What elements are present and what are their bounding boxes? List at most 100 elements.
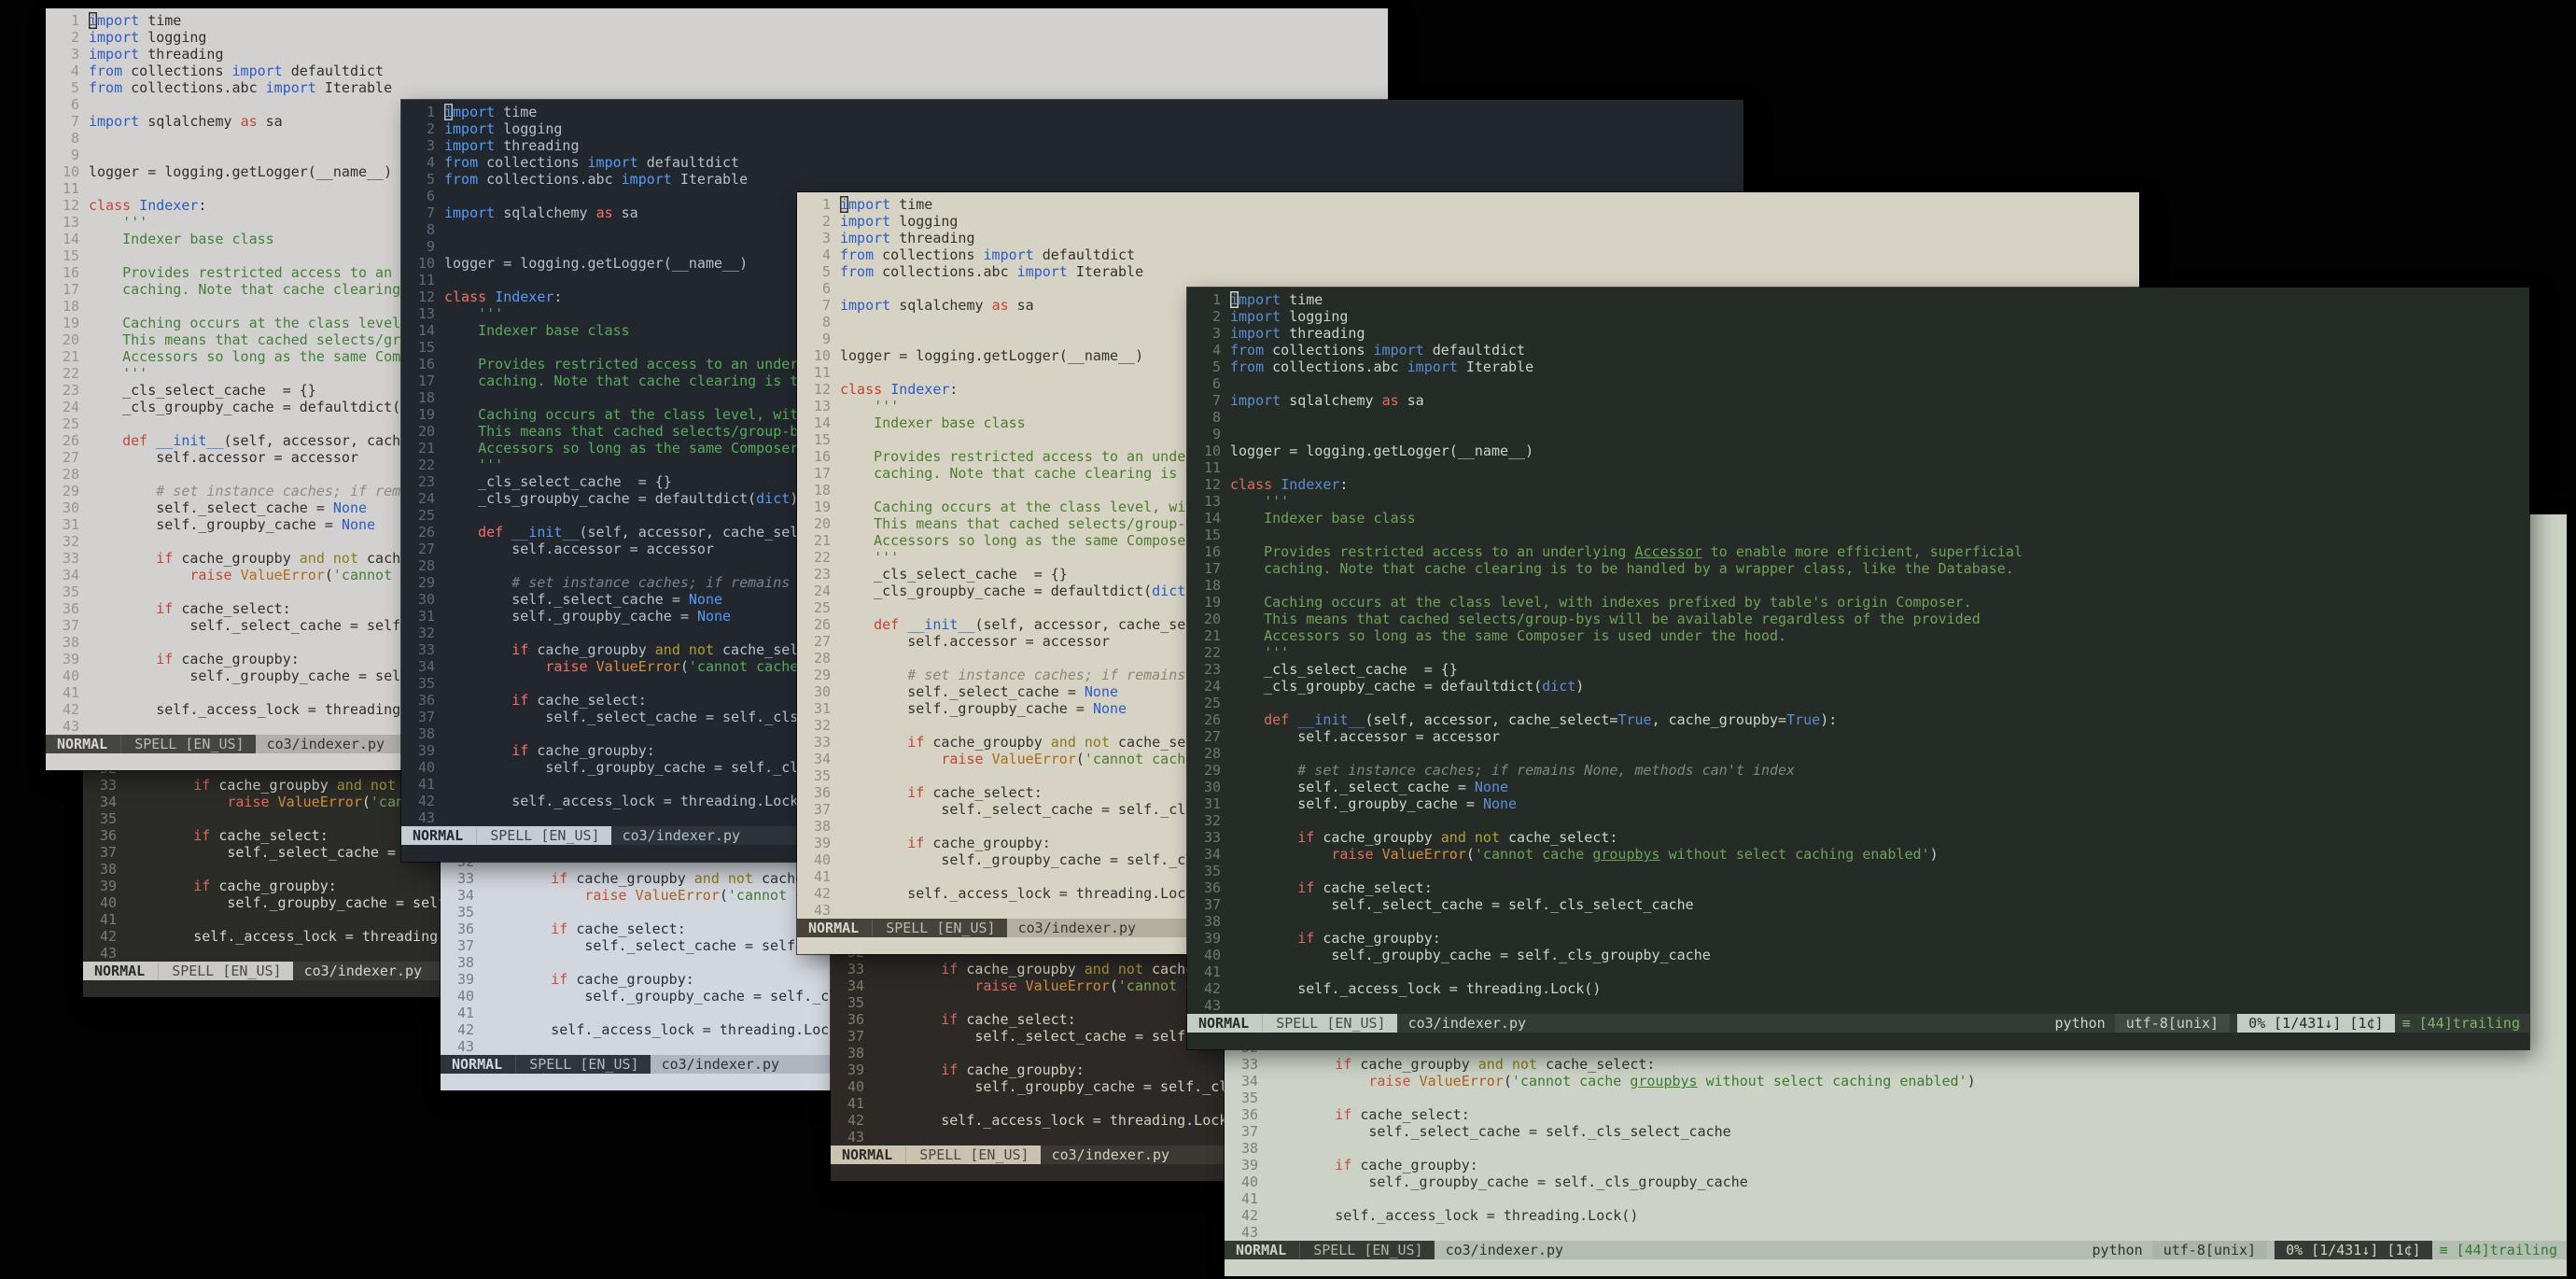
token-n: cache_select: [210,827,329,844]
token-n [270,794,278,810]
code-line: 3 import threading [1187,325,2529,342]
token-n [874,977,974,994]
token-kr: if [1297,879,1315,896]
filename-label: co3/indexer.py [266,736,385,752]
spell-indicator: SPELL [EN_US] [905,1146,1029,1163]
code-line: 2 import logging [797,213,2139,230]
filetype-label: python [2054,1015,2106,1032]
line-number: 34 [99,794,117,810]
code-line: 19 Caching occurs at the class level, wi… [1187,594,2529,611]
code-text: self._access_lock = threading.Lock() [1230,980,1601,997]
token-n [840,734,907,751]
token-kr: if [551,971,568,988]
line-number: 43 [813,902,831,919]
token-k: import [983,246,1034,263]
code-text: import time [444,104,537,120]
line-number: 11 [62,180,79,197]
code-text: class Indexer: [444,288,562,305]
token-n [444,742,511,759]
token-n: cache_select: [958,1011,1076,1028]
token-n [1017,977,1026,994]
token-n [1411,1073,1420,1089]
code-line: 43 [1187,997,2529,1014]
terminal-window-4[interactable]: 1 import time 2 import logging 3 import threa… [1187,288,2529,1049]
token-n: cache_groupby [210,777,337,794]
line-number: 38 [813,818,831,835]
token-d: ''' [89,365,148,382]
token-n: defaultdict [282,63,385,79]
token-kr: if [156,600,174,617]
token-k: mport [848,196,891,213]
line-number: 20 [813,515,831,532]
token-n [899,616,907,633]
code-text: if cache_groupby and not cache_select: [840,734,1227,751]
token-n: cache_groupby [958,961,1085,977]
line-number: 7 [821,297,831,314]
token-n [840,616,874,633]
line-number: 5 [821,263,831,280]
token-kr: if [193,878,211,894]
token-n: time [890,196,933,213]
token-n: sqlalchemy [1281,392,1382,409]
line-number: 6 [1211,375,1221,392]
token-d: ''' [89,214,148,231]
token-kr: if [907,784,925,801]
editor-buffer[interactable]: 1import time2import logging3import threa… [1187,288,2529,1014]
token-kr: if [1335,1056,1352,1073]
code-text: if cache_groupby: [126,878,337,894]
line-number: 38 [99,861,117,878]
token-n: cache_groupby: [924,835,1051,851]
token-k: import [89,113,140,130]
token-n [1466,829,1475,846]
line-number: 13 [62,214,79,231]
token-n [874,1061,941,1078]
code-text: self._select_cache = None [89,499,367,516]
token-ko: and [693,870,720,887]
code-line: 24 _cls_groupby_cache = defaultdict(dict… [1187,678,2529,695]
line-number: 23 [813,566,831,583]
spell-indicator: SPELL [EN_US] [120,736,245,752]
token-fn: None [1482,795,1518,812]
token-n: sa [1008,297,1034,314]
statusline-right: python utf-8[unix] 0% [1/431↓] [1¢] ≡ [4… [2083,1241,2567,1259]
line-number: 39 [1203,930,1221,947]
code-line: 39 if cache_groupby: [1187,930,2529,947]
line-number: 42 [813,885,831,902]
token-n [874,1011,941,1028]
code-line: 16 Provides restricted access to an unde… [1187,543,2529,560]
line-number: 20 [417,423,435,440]
vim-command-line[interactable] [1225,1259,2567,1276]
token-k: import [840,230,891,246]
token-n: self._access_lock = threading.Lock() [840,885,1211,902]
token-or: ValueError [277,794,362,810]
code-line: 36 if cache_select: [1187,879,2529,896]
token-n: collections [1264,342,1374,358]
token-kr: as [991,297,1009,314]
token-n: cache_groupby: [1314,930,1441,947]
token-k: import [89,46,140,63]
token-kr: if [941,1061,959,1078]
mode-indicator: NORMAL [57,736,108,752]
line-number: 19 [62,315,79,331]
code-text: ''' [840,549,899,566]
code-line: 3 import threading [797,230,2139,246]
code-text: # set instance caches; if remains None, … [1230,762,1795,779]
token-n [1267,1157,1335,1174]
line-number: 29 [1203,762,1221,779]
vim-command-line[interactable] [1187,1033,2529,1049]
line-number: 40 [847,1078,864,1095]
code-line: 31 self._groupby_cache = None [1187,795,2529,812]
line-number: 31 [813,700,831,717]
filename-label: co3/indexer.py [303,963,423,979]
token-n: logger = logging.getLogger(__name__) [444,255,749,272]
token-n: sqlalchemy [495,204,596,221]
token-n [444,641,511,658]
code-text: Caching occurs at the class level, with … [1230,594,1972,611]
cursor: i [1230,291,1239,308]
token-kr: def [122,432,148,449]
token-n [1374,846,1382,863]
code-text: self.accessor = accessor [1230,728,1500,745]
line-number: 7 [70,113,79,130]
token-n [627,887,636,904]
spell-indicator: SPELL [EN_US] [872,920,996,936]
